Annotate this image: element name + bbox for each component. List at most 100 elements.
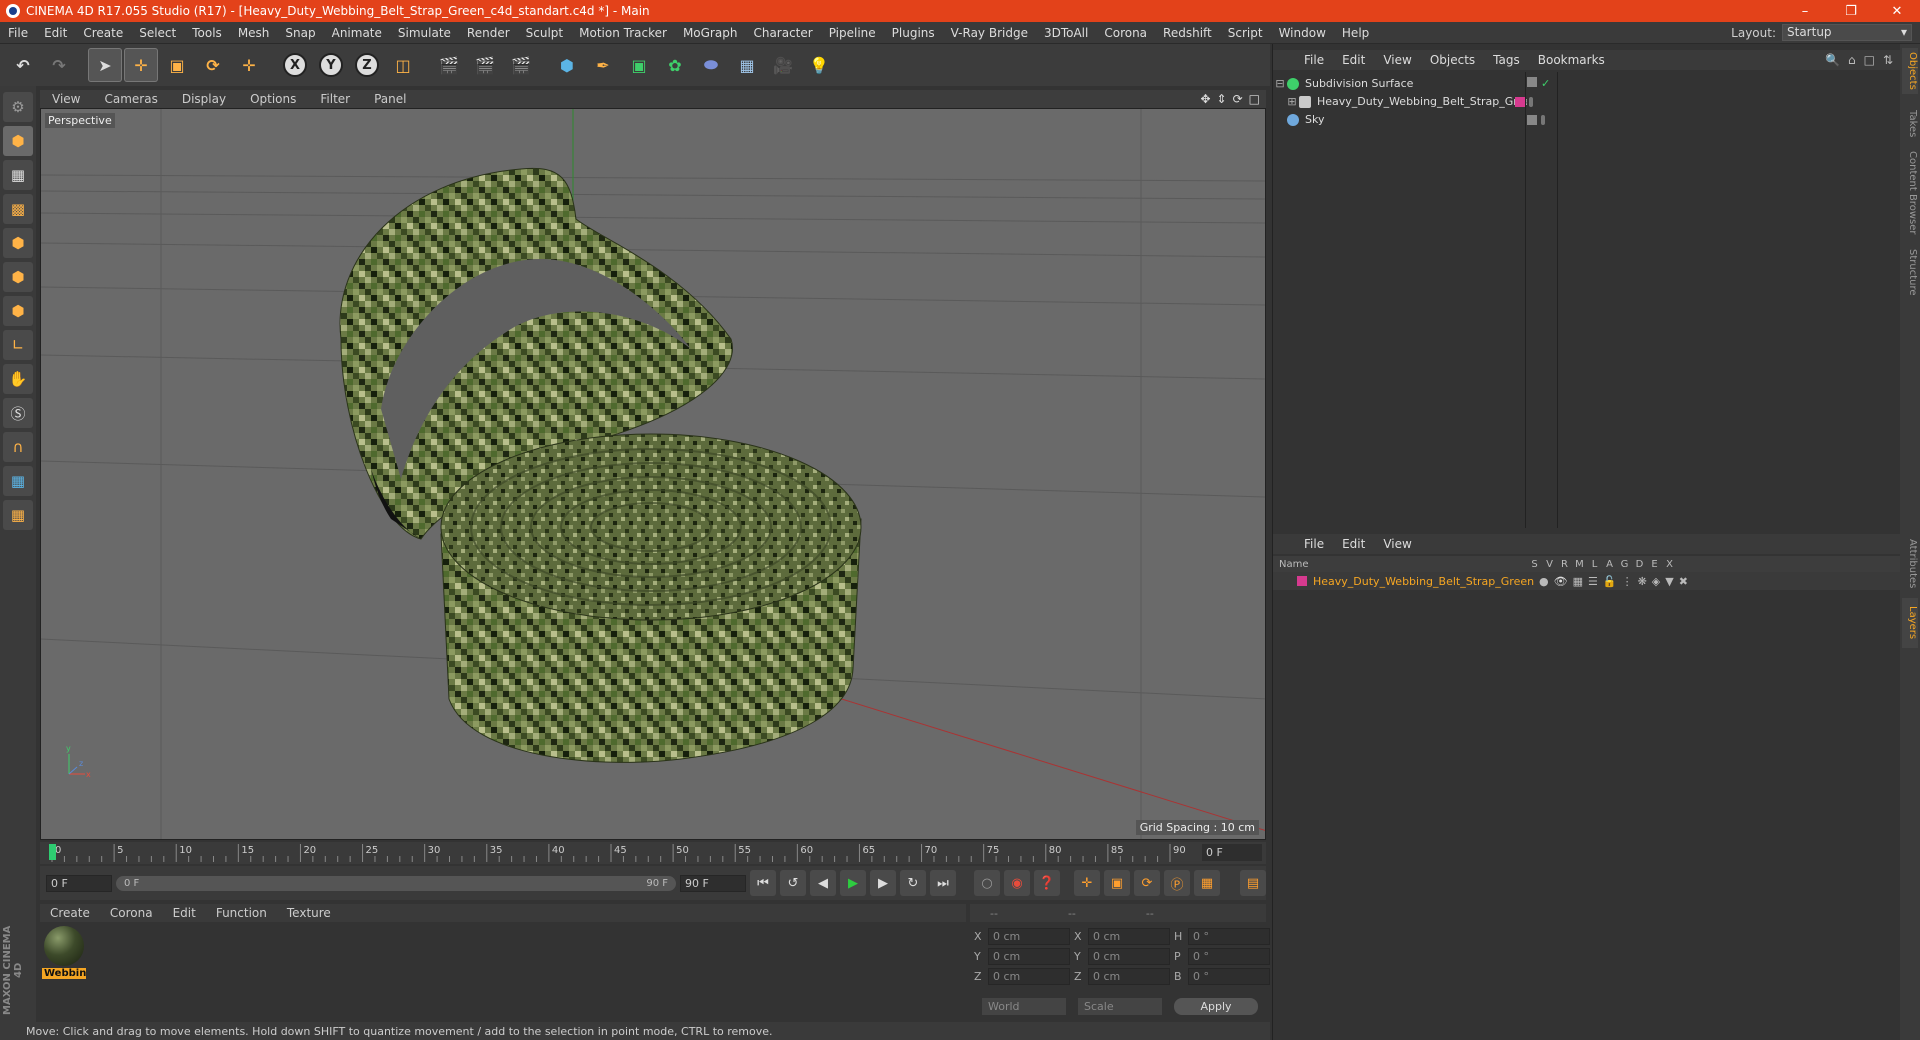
redo-icon[interactable]: ↷ [42,48,76,82]
menu-3dtoall[interactable]: 3DToAll [1036,26,1096,40]
menu-mograph[interactable]: MoGraph [675,26,746,40]
expressions-icon[interactable]: ▼ [1665,575,1673,588]
tab-content-browser[interactable]: Content Browser [1902,148,1918,238]
menu-snap[interactable]: Snap [277,26,323,40]
layer-color-swatch[interactable] [1297,576,1307,586]
lm-menu-file[interactable]: File [1295,537,1333,551]
menu-file[interactable]: File [0,26,36,40]
timeline-ruler[interactable]: 0 5 10 15 20 25 30 35 40 45 50 55 60 65 70 75 80 85 90 0 F [40,842,1266,864]
autokeying-icon[interactable]: ❓ [1034,870,1060,896]
preview-range-slider[interactable]: 0 F 90 F [116,875,676,891]
snapping-icon[interactable]: ∩ [3,432,33,462]
dolly-icon[interactable]: ⇕ [1217,92,1227,106]
menu-create[interactable]: Create [75,26,131,40]
position-z-field[interactable]: 0 cm [988,968,1070,985]
viewport-menu-display[interactable]: Display [170,92,238,106]
go-to-previous-frame-icon[interactable]: ◀ [810,870,836,896]
lm-menu-edit[interactable]: Edit [1333,537,1374,551]
material-menu-function[interactable]: Function [206,906,277,920]
current-frame-field[interactable]: 0 F [1202,844,1262,861]
menu-tools[interactable]: Tools [184,26,230,40]
tab-attributes[interactable]: Attributes [1902,534,1918,594]
menu-select[interactable]: Select [131,26,184,40]
floor-scene-icon[interactable]: ▦ [730,48,764,82]
z-axis-lock-icon[interactable]: Z [350,48,384,82]
layout-dropdown[interactable]: Startup ▾ [1782,24,1912,41]
material-menu-create[interactable]: Create [40,906,100,920]
x-axis-lock-icon[interactable]: X [278,48,312,82]
go-to-start-icon[interactable]: ⏮ [750,870,776,896]
position-y-field[interactable]: 0 cm [988,948,1070,965]
rotate-tool-icon[interactable]: ⟳ [196,48,230,82]
layer-row[interactable]: Heavy_Duty_Webbing_Belt_Strap_Green ● 👁 … [1273,572,1901,590]
light-icon[interactable]: 💡 [802,48,836,82]
apply-button[interactable]: Apply [1174,998,1258,1015]
animation-icon[interactable]: ⋮ [1622,575,1633,588]
tab-objects[interactable]: Objects [1902,48,1918,94]
new-window-icon[interactable]: □ [1864,53,1875,67]
key-position-icon[interactable]: ✛ [1074,870,1100,896]
camera-icon[interactable]: 🎥 [766,48,800,82]
make-editable-icon[interactable]: ⚙ [3,92,33,122]
home-icon[interactable]: ⌂ [1848,53,1856,67]
tab-takes[interactable]: Takes [1902,104,1918,144]
undo-icon[interactable]: ↶ [6,48,40,82]
orbit-icon[interactable]: ⟳ [1233,92,1243,106]
view-eye-icon[interactable]: 👁 [1554,575,1568,588]
material-swatch[interactable]: Webbin [42,926,86,979]
size-x-field[interactable]: 0 cm [1088,928,1170,945]
rotation-p-field[interactable]: 0 ° [1188,948,1270,965]
solo-dot-icon[interactable]: ● [1539,575,1549,588]
collapse-icon[interactable]: ⊟ [1273,77,1287,90]
viewport-menu-panel[interactable]: Panel [362,92,418,106]
model-mode-icon[interactable]: ⬢ [3,126,33,156]
menu-script[interactable]: Script [1220,26,1271,40]
menu-sculpt[interactable]: Sculpt [518,26,571,40]
workplane-mode-icon[interactable]: ▩ [3,194,33,224]
menu-redshift[interactable]: Redshift [1155,26,1220,40]
timeline-window-icon[interactable]: ▤ [1240,870,1266,896]
pan-icon[interactable]: ✥ [1200,92,1210,106]
y-axis-lock-icon[interactable]: Y [314,48,348,82]
key-rotation-icon[interactable]: ⟳ [1134,870,1160,896]
object-row-belt-strap[interactable]: ⊞ Heavy_Duty_Webbing_Belt_Strap_Green [1273,92,1901,111]
points-mode-icon[interactable]: ⬢ [3,228,33,258]
strap-roll-model[interactable] [440,433,862,763]
close-icon[interactable]: ✕ [1874,4,1920,19]
perspective-viewport[interactable]: y x z Perspective Grid Spacing : 10 cm [40,108,1266,840]
om-menu-file[interactable]: File [1295,53,1333,67]
play-forward-icon[interactable]: ▶ [840,870,866,896]
menu-character[interactable]: Character [745,26,820,40]
layer-color-tag-icon[interactable] [1515,96,1525,107]
go-to-previous-key-icon[interactable]: ↺ [780,870,806,896]
lock-icon[interactable]: 🔓 [1603,575,1617,588]
tab-structure[interactable]: Structure [1902,242,1918,302]
enabled-check-icon[interactable]: ✓ [1541,77,1550,90]
tweak-mode-icon[interactable]: ✋ [3,364,33,394]
go-to-end-icon[interactable]: ⏭ [930,870,956,896]
restore-icon[interactable]: ❐ [1828,4,1874,19]
om-menu-bookmarks[interactable]: Bookmarks [1529,53,1614,67]
edges-mode-icon[interactable]: ⬢ [3,262,33,292]
start-frame-field[interactable]: 0 F [46,874,112,892]
key-scale-icon[interactable]: ▣ [1104,870,1130,896]
polygons-mode-icon[interactable]: ⬢ [3,296,33,326]
xref-icon[interactable]: ✖ [1679,575,1688,588]
lm-menu-view[interactable]: View [1374,537,1420,551]
end-frame-field[interactable]: 90 F [680,874,746,892]
om-menu-edit[interactable]: Edit [1333,53,1374,67]
viewport-menu-view[interactable]: View [40,92,92,106]
menu-simulate[interactable]: Simulate [390,26,459,40]
recent-tool-icon[interactable]: ✛ [232,48,266,82]
coordinate-mode-select[interactable]: Scale [1078,998,1162,1015]
viewport-menu-cameras[interactable]: Cameras [92,92,169,106]
subdivision-generator-icon[interactable]: ▣ [622,48,656,82]
render-to-picture-viewer-icon[interactable]: 🎬 [468,48,502,82]
key-parameter-icon[interactable]: Ⓟ [1164,870,1190,896]
visibility-toggle-icon[interactable] [1527,77,1537,87]
pen-spline-icon[interactable]: ✒ [586,48,620,82]
live-selection-icon[interactable]: ➤ [88,48,122,82]
go-to-next-key-icon[interactable]: ↻ [900,870,926,896]
material-menu-texture[interactable]: Texture [277,906,341,920]
om-menu-tags[interactable]: Tags [1484,53,1529,67]
